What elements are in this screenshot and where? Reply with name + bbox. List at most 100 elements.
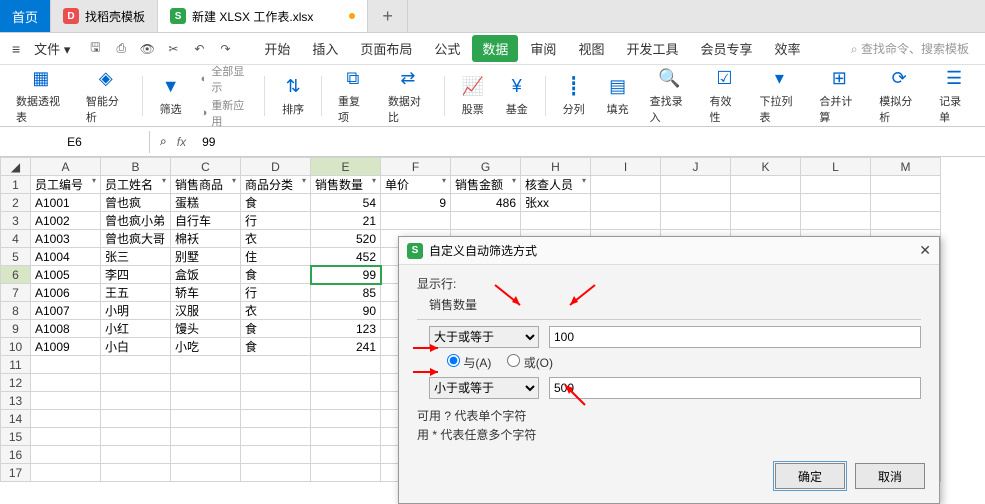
cell[interactable] [31, 410, 101, 428]
operator1-select[interactable]: 大于或等于 [429, 326, 539, 348]
cell[interactable]: A1001 [31, 194, 101, 212]
cell[interactable]: 别墅 [171, 248, 241, 266]
lookup-entry-button[interactable]: 🔍查找录入 [642, 67, 698, 125]
cell[interactable] [171, 356, 241, 374]
operator2-select[interactable]: 小于或等于 [429, 377, 539, 399]
cell[interactable]: 99 [311, 266, 381, 284]
row-header[interactable]: 2 [1, 194, 31, 212]
header-cell[interactable]: 商品分类▾ [241, 176, 311, 194]
header-cell[interactable]: 销售商品▾ [171, 176, 241, 194]
ribbon-tab-8[interactable]: 会员专享 [690, 35, 762, 62]
preview-icon[interactable]: 👁 [138, 40, 156, 58]
cell[interactable]: 衣 [241, 230, 311, 248]
cell[interactable]: 123 [311, 320, 381, 338]
save-icon[interactable]: 🖫 [86, 40, 104, 58]
show-all-button[interactable]: ◐ 全部显示 [201, 63, 251, 95]
cell[interactable] [171, 392, 241, 410]
cell[interactable] [31, 374, 101, 392]
col-header[interactable]: L [801, 158, 871, 176]
cell[interactable] [311, 428, 381, 446]
cell[interactable] [101, 428, 171, 446]
row-header[interactable]: 9 [1, 320, 31, 338]
cell[interactable] [101, 374, 171, 392]
cell[interactable]: 食 [241, 266, 311, 284]
cell[interactable] [171, 446, 241, 464]
cell[interactable] [241, 410, 311, 428]
row-header[interactable]: 8 [1, 302, 31, 320]
ribbon-tab-6[interactable]: 视图 [568, 35, 614, 62]
cell[interactable]: 轿车 [171, 284, 241, 302]
tab-add[interactable]: + [368, 0, 408, 32]
fx-icon[interactable]: fx [177, 135, 186, 149]
ribbon-tab-2[interactable]: 页面布局 [350, 35, 422, 62]
cell[interactable] [101, 446, 171, 464]
form-button[interactable]: ☰记录单 [931, 67, 977, 125]
validation-button[interactable]: ☑有效性 [702, 67, 748, 125]
header-cell[interactable]: 单价▾ [381, 176, 451, 194]
cell[interactable]: 小明 [101, 302, 171, 320]
fund-button[interactable]: ¥基金 [497, 75, 537, 117]
row-header[interactable]: 17 [1, 464, 31, 482]
cell[interactable]: A1003 [31, 230, 101, 248]
filter-drop-icon[interactable]: ▾ [302, 176, 306, 185]
duplicates-button[interactable]: ⧉重复项 [330, 67, 376, 125]
dropdown-list-button[interactable]: ▾下拉列表 [751, 67, 807, 125]
cell[interactable]: 小红 [101, 320, 171, 338]
data-compare-button[interactable]: ⇄数据对比 [380, 67, 436, 125]
ribbon-tab-9[interactable]: 效率 [764, 35, 810, 62]
select-all[interactable]: ◢ [1, 158, 31, 176]
cell[interactable]: 小吃 [171, 338, 241, 356]
row-header[interactable]: 12 [1, 374, 31, 392]
cell[interactable]: 盒饭 [171, 266, 241, 284]
cell[interactable] [311, 446, 381, 464]
cell[interactable]: 曾也疯 [101, 194, 171, 212]
cell[interactable] [241, 446, 311, 464]
cell[interactable] [241, 356, 311, 374]
ribbon-tab-4[interactable]: 数据 [472, 35, 518, 62]
cell[interactable] [311, 356, 381, 374]
cell[interactable] [241, 374, 311, 392]
row-header[interactable]: 4 [1, 230, 31, 248]
row-header[interactable]: 15 [1, 428, 31, 446]
cell[interactable] [101, 356, 171, 374]
cell[interactable]: 食 [241, 320, 311, 338]
cell[interactable]: A1005 [31, 266, 101, 284]
cell[interactable]: 520 [311, 230, 381, 248]
cell[interactable]: 李四 [101, 266, 171, 284]
cell[interactable]: A1002 [31, 212, 101, 230]
consolidate-button[interactable]: ⊞合并计算 [811, 67, 867, 125]
cell[interactable] [31, 446, 101, 464]
cell[interactable]: 54 [311, 194, 381, 212]
header-cell[interactable]: 销售金额▾ [451, 176, 521, 194]
filter-drop-icon[interactable]: ▾ [582, 176, 586, 185]
row-header[interactable]: 14 [1, 410, 31, 428]
filter-drop-icon[interactable]: ▾ [92, 176, 96, 185]
cell[interactable] [241, 392, 311, 410]
sort-button[interactable]: ⇅排序 [273, 75, 313, 117]
col-header[interactable]: E [311, 158, 381, 176]
cell[interactable] [311, 374, 381, 392]
cell[interactable]: 张xx [521, 194, 591, 212]
cell[interactable]: 241 [311, 338, 381, 356]
col-header[interactable]: J [661, 158, 731, 176]
filter-drop-icon[interactable]: ▾ [232, 176, 236, 185]
cell[interactable] [311, 464, 381, 482]
name-box[interactable]: E6 [0, 131, 150, 153]
reapply-button[interactable]: ◑ 重新应用 [201, 97, 251, 129]
ribbon-tab-7[interactable]: 开发工具 [616, 35, 688, 62]
whatif-button[interactable]: ⟳模拟分析 [871, 67, 927, 125]
ribbon-tab-5[interactable]: 审阅 [520, 35, 566, 62]
filter-drop-icon[interactable]: ▾ [512, 176, 516, 185]
cell[interactable]: 住 [241, 248, 311, 266]
row-header[interactable]: 7 [1, 284, 31, 302]
cell[interactable] [171, 374, 241, 392]
filter-drop-icon[interactable]: ▾ [372, 176, 376, 185]
cell[interactable]: A1004 [31, 248, 101, 266]
filter-drop-icon[interactable]: ▾ [442, 176, 446, 185]
cell[interactable]: 王五 [101, 284, 171, 302]
cell[interactable] [171, 410, 241, 428]
formula-input[interactable] [196, 135, 985, 149]
tab-workbook[interactable]: S 新建 XLSX 工作表.xlsx [158, 0, 368, 32]
cell[interactable] [101, 392, 171, 410]
col-header[interactable]: I [591, 158, 661, 176]
